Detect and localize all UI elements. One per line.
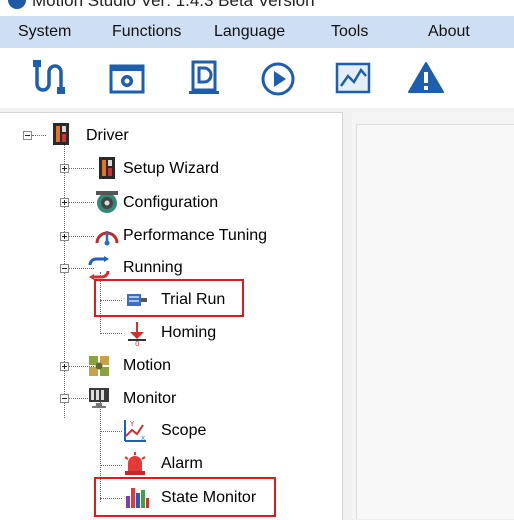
document-icon[interactable] (184, 58, 224, 98)
tree-line (68, 168, 94, 169)
content-area (356, 124, 514, 519)
menu-functions[interactable]: Functions (112, 16, 181, 48)
content-pane (352, 112, 514, 519)
expand-toggle-motion[interactable] (60, 362, 69, 371)
svg-text:0: 0 (135, 340, 139, 346)
tree-line (64, 131, 65, 418)
tree-item-monitor[interactable]: Monitor (123, 389, 176, 409)
menu-about[interactable]: About (428, 16, 470, 48)
collapse-toggle-running[interactable] (60, 264, 69, 273)
setup-wizard-icon (94, 155, 120, 181)
tree-item-running[interactable]: Running (123, 258, 183, 278)
toolbar (0, 48, 514, 108)
tree-item-homing[interactable]: Homing (161, 323, 216, 343)
alarm-icon (122, 451, 148, 477)
svg-text:Y: Y (129, 420, 135, 428)
tree-line (100, 333, 122, 334)
menu-system[interactable]: System (18, 16, 71, 48)
expand-toggle-configuration[interactable] (60, 198, 69, 207)
tree-line (32, 135, 46, 136)
homing-icon: 0 (124, 320, 150, 346)
collapse-toggle-driver[interactable] (23, 131, 32, 140)
app-icon (8, 0, 26, 9)
highlight-box-state-monitor (94, 477, 276, 517)
chart-icon[interactable] (333, 58, 373, 98)
expand-toggle-performance-tuning[interactable] (60, 232, 69, 241)
configuration-icon (94, 189, 120, 215)
tree-item-alarm[interactable]: Alarm (161, 454, 203, 474)
warning-icon[interactable] (406, 58, 446, 98)
motion-icon (86, 353, 112, 379)
tree-item-driver[interactable]: Driver (86, 126, 129, 146)
highlight-box-trial-run (94, 279, 244, 317)
navigation-tree: Driver Setup Wizard Configuration Perfor… (0, 112, 343, 520)
tree-item-configuration[interactable]: Configuration (123, 193, 218, 213)
tree-line (100, 465, 122, 466)
tree-item-motion[interactable]: Motion (123, 356, 171, 376)
cable-icon[interactable] (28, 58, 68, 98)
tree-item-performance-tuning[interactable]: Performance Tuning (123, 226, 267, 246)
menu-language[interactable]: Language (214, 16, 285, 48)
window-title: Motion Studio Ver: 1.4.3 Beta Version (32, 0, 315, 10)
play-icon[interactable] (258, 58, 298, 98)
scope-icon: Yx (122, 418, 148, 444)
tree-item-setup-wizard[interactable]: Setup Wizard (123, 159, 219, 179)
driver-icon (48, 121, 74, 147)
performance-tuning-icon (94, 223, 120, 249)
collapse-toggle-monitor[interactable] (60, 394, 69, 403)
settings-icon[interactable] (107, 58, 147, 98)
svg-text:x: x (141, 434, 145, 442)
tree-item-scope[interactable]: Scope (161, 421, 206, 441)
tree-line (100, 431, 122, 432)
expand-toggle-setup-wizard[interactable] (60, 164, 69, 173)
menu-tools[interactable]: Tools (331, 16, 368, 48)
tree-line (68, 202, 94, 203)
menu-bar: System Functions Language Tools About (0, 16, 514, 48)
monitor-icon (86, 385, 112, 411)
title-bar: Motion Studio Ver: 1.4.3 Beta Version (0, 0, 514, 16)
running-icon (86, 255, 112, 281)
tree-line (68, 236, 94, 237)
